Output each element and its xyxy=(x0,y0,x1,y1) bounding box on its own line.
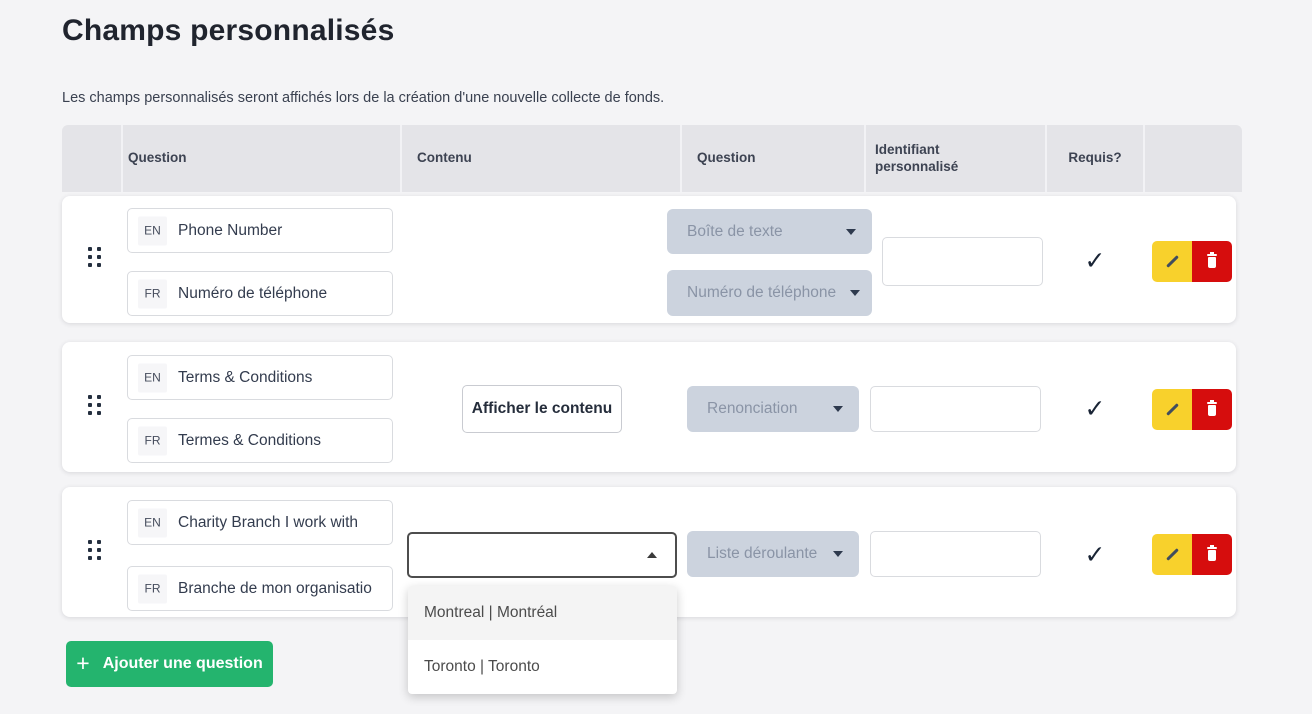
chevron-down-icon xyxy=(833,551,843,557)
drag-handle-icon[interactable] xyxy=(88,540,101,569)
question-en-input[interactable] xyxy=(128,356,392,399)
custom-field-row-branch: EN FR Montreal | Montréal Toronto | Toro… xyxy=(62,487,1236,617)
question-fr-input[interactable] xyxy=(128,567,392,610)
edit-button[interactable] xyxy=(1152,389,1192,430)
lang-badge-en: EN xyxy=(138,363,167,392)
edit-button[interactable] xyxy=(1152,534,1192,575)
add-question-button[interactable]: + Ajouter une question xyxy=(66,641,273,687)
lang-badge-fr: FR xyxy=(138,279,167,308)
row-actions xyxy=(1152,534,1232,575)
question-en-field: EN xyxy=(127,208,393,253)
pencil-icon xyxy=(1166,403,1179,416)
drag-handle-icon[interactable] xyxy=(88,395,101,424)
header-question-type: Question xyxy=(682,125,866,192)
header-drag-column xyxy=(62,125,123,192)
required-checkmark[interactable]: ✓ xyxy=(1080,246,1110,276)
question-type-select[interactable]: Renonciation xyxy=(687,386,859,432)
lang-badge-en: EN xyxy=(138,508,167,537)
delete-button[interactable] xyxy=(1192,534,1232,575)
custom-fields-page: Champs personnalisés Les champs personna… xyxy=(0,0,1312,714)
lang-badge-en: EN xyxy=(138,216,167,245)
chevron-down-icon xyxy=(833,406,843,412)
question-fr-field: FR xyxy=(127,418,393,463)
header-custom-id: Identifiant personnalisé xyxy=(866,125,1047,192)
dropdown-option-montreal[interactable]: Montreal | Montréal xyxy=(408,586,677,640)
lang-badge-fr: FR xyxy=(138,426,167,455)
content-options-combobox[interactable] xyxy=(407,532,677,578)
row-actions xyxy=(1152,389,1232,430)
question-subtype-select[interactable]: Numéro de téléphone xyxy=(667,270,872,316)
question-en-input[interactable] xyxy=(128,209,392,252)
custom-id-input[interactable] xyxy=(870,386,1041,432)
custom-id-input[interactable] xyxy=(870,531,1041,577)
question-type-select[interactable]: Liste déroulante xyxy=(687,531,859,577)
trash-icon xyxy=(1206,402,1218,417)
custom-id-input[interactable] xyxy=(882,237,1043,286)
delete-button[interactable] xyxy=(1192,241,1232,282)
show-content-button[interactable]: Afficher le contenu xyxy=(462,385,622,433)
question-fr-input[interactable] xyxy=(128,272,392,315)
drag-handle-icon[interactable] xyxy=(88,247,101,276)
chevron-down-icon xyxy=(850,290,860,296)
question-fr-input[interactable] xyxy=(128,419,392,462)
row-actions xyxy=(1152,241,1232,282)
custom-field-row-terms: EN FR Afficher le contenu Renonciation ✓ xyxy=(62,342,1236,472)
pencil-icon xyxy=(1166,255,1179,268)
content-options-dropdown: Montreal | Montréal Toronto | Toronto xyxy=(408,586,677,694)
question-fr-field: FR xyxy=(127,566,393,611)
custom-field-row-phone: EN FR Boîte de texte Numéro de téléphone… xyxy=(62,196,1236,323)
pencil-icon xyxy=(1166,548,1179,561)
header-question-labels: Question xyxy=(123,125,402,192)
question-type-select[interactable]: Boîte de texte xyxy=(667,209,872,254)
required-checkmark[interactable]: ✓ xyxy=(1080,540,1110,570)
header-contenu: Contenu xyxy=(402,125,682,192)
delete-button[interactable] xyxy=(1192,389,1232,430)
page-title: Champs personnalisés xyxy=(62,14,394,48)
plus-icon: + xyxy=(76,652,89,675)
page-subtitle: Les champs personnalisés seront affichés… xyxy=(62,90,664,106)
chevron-down-icon xyxy=(846,229,856,235)
header-actions-column xyxy=(1145,125,1242,192)
trash-icon xyxy=(1206,254,1218,269)
question-en-field: EN xyxy=(127,500,393,545)
header-required: Requis? xyxy=(1047,125,1145,192)
question-en-input[interactable] xyxy=(128,501,392,544)
edit-button[interactable] xyxy=(1152,241,1192,282)
dropdown-option-toronto[interactable]: Toronto | Toronto xyxy=(408,640,677,694)
required-checkmark[interactable]: ✓ xyxy=(1080,394,1110,424)
trash-icon xyxy=(1206,547,1218,562)
chevron-up-icon xyxy=(647,552,657,558)
question-fr-field: FR xyxy=(127,271,393,316)
question-en-field: EN xyxy=(127,355,393,400)
lang-badge-fr: FR xyxy=(138,574,167,603)
table-header: Question Contenu Question Identifiant pe… xyxy=(62,125,1242,192)
